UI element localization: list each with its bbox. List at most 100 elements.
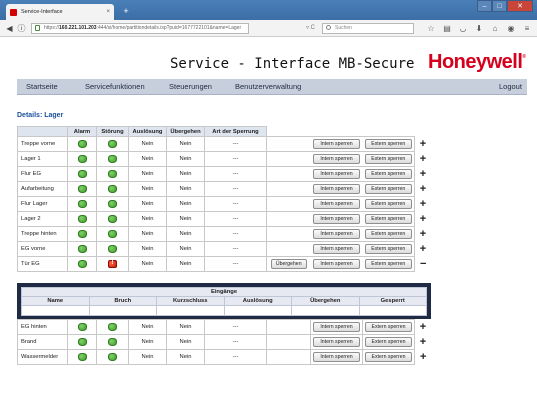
expand-plus-icon[interactable]: +: [420, 153, 426, 165]
intern-cell: Intern sperren: [310, 181, 363, 197]
alarm-status-icon: [77, 155, 87, 163]
col-header-ausloesung: Auslösung: [128, 126, 167, 137]
expand-plus-icon[interactable]: +: [420, 198, 426, 210]
intern-sperren-button[interactable]: Intern sperren: [313, 214, 360, 224]
extern-sperren-button[interactable]: Extern sperren: [364, 259, 412, 269]
extern-sperren-button[interactable]: Extern sperren: [364, 244, 412, 254]
home-icon[interactable]: ⌂: [490, 23, 500, 34]
honeywell-favicon-icon: [10, 8, 17, 16]
intern-sperren-button[interactable]: Intern sperren: [313, 337, 360, 347]
extern-cell: Extern sperren: [362, 256, 415, 272]
tab-close-icon[interactable]: ×: [106, 9, 110, 15]
lock-icon: [35, 25, 40, 31]
extern-sperren-button[interactable]: Extern sperren: [364, 184, 412, 194]
extern-sperren-button[interactable]: Extern sperren: [364, 154, 412, 164]
expand-plus-icon[interactable]: +: [420, 168, 426, 180]
menu-icon[interactable]: ≡: [522, 23, 532, 34]
intern-sperren-button[interactable]: Intern sperren: [313, 259, 360, 269]
expand-plus-icon[interactable]: +: [420, 183, 426, 195]
logout-link[interactable]: Logout: [499, 82, 522, 91]
menu-steuerungen[interactable]: Steuerungen: [169, 82, 212, 91]
extern-sperren-button[interactable]: Extern sperren: [365, 337, 412, 347]
uebergehen-button[interactable]: Übergehen: [270, 259, 307, 269]
alarm-status-icon: [77, 245, 87, 253]
expand-plus-icon[interactable]: +: [420, 243, 426, 255]
expand-cell: +: [415, 167, 432, 182]
intern-sperren-button[interactable]: Intern sperren: [313, 322, 360, 332]
extern-sperren-button[interactable]: Extern sperren: [364, 139, 412, 149]
extern-sperren-button[interactable]: Extern sperren: [364, 229, 412, 239]
minimize-icon[interactable]: –: [477, 0, 492, 12]
chat-icon[interactable]: ◉: [506, 23, 516, 34]
uebergehen-cell: Übergehen: [266, 256, 311, 272]
uebergehen-cell: [266, 226, 311, 242]
url-bar[interactable]: https://160.221.101.203:444/si/home/part…: [31, 23, 249, 34]
pocket-icon[interactable]: ◡: [458, 23, 468, 34]
intern-cell: Intern sperren: [310, 136, 363, 152]
intern-sperren-button[interactable]: Intern sperren: [313, 352, 360, 362]
new-tab-button[interactable]: +: [119, 6, 133, 17]
intern-sperren-button[interactable]: Intern sperren: [313, 244, 360, 254]
back-icon[interactable]: ◀: [4, 23, 15, 34]
expand-plus-icon[interactable]: +: [420, 228, 426, 240]
clipboard-icon[interactable]: ▤: [442, 23, 452, 34]
expand-plus-icon[interactable]: +: [420, 351, 426, 363]
stoerung-cell: [96, 211, 129, 227]
intern-sperren-button[interactable]: Intern sperren: [313, 169, 360, 179]
stoerung-status-icon: [108, 230, 117, 238]
main-menu: Startseite Servicefunktionen Steuerungen…: [17, 79, 527, 95]
identity-icon[interactable]: ⓘ: [16, 23, 27, 34]
intern-sperren-button[interactable]: Intern sperren: [313, 229, 360, 239]
ausloesung-value: Nein: [128, 319, 167, 335]
intern-sperren-button[interactable]: Intern sperren: [313, 139, 360, 149]
window-close-icon[interactable]: ✕: [507, 0, 533, 12]
ausloesung-value: Nein: [128, 136, 167, 152]
intern-cell: Intern sperren: [310, 166, 363, 182]
extern-sperren-button[interactable]: Extern sperren: [364, 199, 412, 209]
menu-benutzerverwaltung[interactable]: Benutzerverwaltung: [235, 82, 301, 91]
expand-cell: +: [415, 227, 432, 242]
table-row: Lager 2 Nein Nein --- Intern sperren Extern s…: [17, 211, 432, 227]
url-dropdown-reload[interactable]: ▿ C: [306, 24, 315, 31]
extern-sperren-button[interactable]: Extern sperren: [365, 352, 412, 362]
download-icon[interactable]: ⬇: [474, 23, 484, 34]
expand-cell: −: [415, 257, 432, 272]
uebergehen-value: Nein: [166, 226, 205, 242]
eingaenge-cell: [223, 305, 292, 316]
intern-sperren-button[interactable]: Intern sperren: [313, 199, 360, 209]
extern-sperren-button[interactable]: Extern sperren: [365, 322, 412, 332]
eingaenge-title: Eingänge: [21, 287, 427, 297]
alarm-cell: [67, 136, 97, 152]
search-input[interactable]: Suchen: [322, 23, 414, 34]
expand-cell: +: [415, 335, 432, 350]
intern-cell: Intern sperren: [310, 226, 363, 242]
maximize-icon[interactable]: □: [492, 0, 507, 12]
search-icon: [326, 25, 331, 30]
extern-sperren-button[interactable]: Extern sperren: [364, 169, 412, 179]
expand-plus-icon[interactable]: +: [420, 138, 426, 150]
zone-name: Tür EG: [17, 256, 68, 272]
intern-sperren-button[interactable]: Intern sperren: [313, 184, 360, 194]
collapse-minus-icon[interactable]: −: [420, 258, 426, 270]
extern-sperren-button[interactable]: Extern sperren: [364, 214, 412, 224]
menu-servicefunktionen[interactable]: Servicefunktionen: [85, 82, 145, 91]
intern-cell: Intern sperren: [310, 151, 363, 167]
expand-plus-icon[interactable]: +: [420, 213, 426, 225]
page-title: Service - Interface MB-Secure: [170, 56, 415, 72]
uebergehen-value: Nein: [166, 136, 205, 152]
toolbar-icons: ☆ ▤ ◡ ⬇ ⌂ ◉ ≡: [426, 23, 532, 34]
menu-startseite[interactable]: Startseite: [26, 82, 58, 91]
expand-cell: +: [415, 242, 432, 257]
intern-sperren-button[interactable]: Intern sperren: [313, 154, 360, 164]
star-icon[interactable]: ☆: [426, 23, 436, 34]
expand-plus-icon[interactable]: +: [420, 321, 426, 333]
art-der-sperrung-value: ---: [204, 319, 267, 335]
art-der-sperrung-value: ---: [204, 349, 267, 365]
ausloesung-value: Nein: [128, 211, 167, 227]
browser-tab[interactable]: Service-Interface ×: [6, 4, 114, 20]
zone-name: EG hinten: [17, 319, 68, 335]
art-der-sperrung-value: ---: [204, 151, 267, 167]
stoerung-cell: [96, 151, 129, 167]
expand-plus-icon[interactable]: +: [420, 336, 426, 348]
expand-cell: +: [415, 182, 432, 197]
